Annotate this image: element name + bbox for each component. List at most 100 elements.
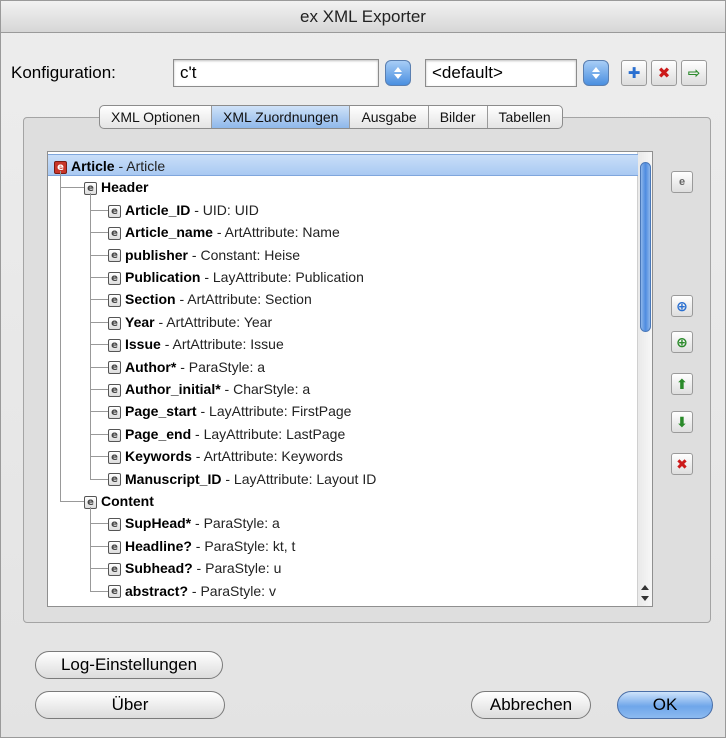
element-icon: e [108, 540, 121, 554]
tree-connector [90, 411, 108, 413]
element-icon: e [108, 294, 121, 308]
move-down-button[interactable]: ⬇ [671, 411, 693, 433]
tree-node-mapping: - LayAttribute: Publication [200, 269, 364, 285]
tree-connector [90, 193, 91, 479]
tree-node-name: Subhead? [125, 560, 193, 577]
tree-row[interactable]: e Article_ID - UID: UID [48, 199, 638, 221]
tab-tabellen[interactable]: Tabellen [488, 106, 562, 128]
stepper-up-icon [592, 67, 600, 72]
element-icon: e [108, 361, 121, 375]
element-icon: e [108, 204, 121, 218]
stepper-up-icon [394, 67, 402, 72]
tree-row[interactable]: e Manuscript_ID - LayAttribute: Layout ID [48, 468, 638, 490]
xml-mapping-tree[interactable]: e Article - Article e Header e Article_ID - U… [47, 151, 653, 607]
tree-connector [60, 171, 61, 501]
tree-row[interactable]: e Page_start - LayAttribute: FirstPage [48, 400, 638, 422]
add-sibling-button[interactable]: ⊕ [671, 331, 693, 353]
default-config-stepper[interactable] [583, 60, 609, 86]
tree-node-name: Article_ID [125, 201, 191, 218]
tree-node-name: Content [101, 493, 154, 509]
tree-node-mapping: - UID: UID [190, 201, 259, 218]
window-title: ex XML Exporter [1, 1, 725, 33]
tree-row[interactable]: e abstract? - ParaStyle: v [48, 580, 638, 602]
element-icon: e [108, 271, 121, 285]
about-button[interactable]: Über [35, 691, 225, 719]
tree-connector [90, 507, 91, 591]
configuration-field[interactable]: c't [173, 59, 379, 87]
tree-row[interactable]: e Issue - ArtAttribute: Issue [48, 333, 638, 355]
tree-connector [90, 344, 108, 346]
tree-node-name: abstract? [125, 582, 189, 599]
add-config-button[interactable]: ✚ [621, 60, 647, 86]
tree-connector [90, 321, 108, 323]
tree-connector [90, 232, 108, 234]
element-icon: e [108, 473, 121, 487]
remove-node-button[interactable]: ✖ [671, 453, 693, 475]
tree-row[interactable]: e SupHead* - ParaStyle: a [48, 512, 638, 534]
tree-node-name: Section [125, 291, 176, 308]
tree-node-name: Publication [125, 269, 201, 285]
element-icon: e [108, 383, 121, 397]
tree-row[interactable]: e Section - ArtAttribute: Section [48, 288, 638, 310]
tree-connector [90, 389, 108, 390]
configuration-row: Konfiguration: c't <default> ✚ ✖ ⇨ [11, 59, 721, 89]
element-icon: e [108, 562, 121, 576]
tab-ausgabe[interactable]: Ausgabe [350, 106, 429, 128]
scroll-thumb[interactable] [640, 162, 651, 332]
tree-node-mapping: - ParaStyle: u [192, 560, 282, 577]
arrow-down-icon: ⬇ [676, 413, 688, 430]
tree-node-name: Keywords [125, 448, 192, 465]
arrow-up-icon: ⬆ [676, 375, 688, 392]
tree-row[interactable]: e Article_name - ArtAttribute: Name [48, 221, 638, 243]
tab-bilder[interactable]: Bilder [429, 106, 488, 128]
element-icon: e [108, 249, 121, 263]
ok-button[interactable]: OK [617, 691, 713, 719]
tree-scrollbar[interactable] [637, 152, 652, 606]
tree-node-mapping: - ArtAttribute: Keywords [191, 448, 343, 465]
scroll-up-icon[interactable] [641, 585, 649, 590]
tree-row[interactable]: e publisher - Constant: Heise [48, 244, 638, 266]
tree-node-name: Year [125, 313, 155, 330]
tree-node-mapping: - ParaStyle: kt, t [191, 537, 296, 554]
tree-connector [90, 433, 108, 435]
scroll-down-icon[interactable] [641, 596, 649, 601]
tab-xml-optionen[interactable]: XML Optionen [100, 106, 212, 128]
tree-node-mapping: - ArtAttribute: Section [175, 291, 312, 308]
tree-connector [90, 523, 108, 525]
tree-row[interactable]: e Publication - LayAttribute: Publication [48, 266, 638, 288]
tree-row[interactable]: e Page_end - LayAttribute: LastPage [48, 423, 638, 445]
tree-row[interactable]: e Content [48, 490, 638, 512]
tree-node-name: Author_initial* [125, 381, 221, 397]
tree-node-mapping: - LayAttribute: LastPage [191, 425, 346, 442]
delete-config-button[interactable]: ✖ [651, 60, 677, 86]
export-config-button[interactable]: ⇨ [681, 60, 707, 86]
element-icon: e [678, 176, 686, 188]
tree-row[interactable]: e Keywords - ArtAttribute: Keywords [48, 445, 638, 467]
log-settings-button[interactable]: Log-Einstellungen [35, 651, 223, 679]
element-button[interactable]: e [671, 171, 693, 193]
configuration-label: Konfiguration: [11, 63, 116, 82]
tree-connector [60, 501, 84, 502]
tree-node-name: Manuscript_ID [125, 470, 222, 487]
tree-node-name: SupHead* [125, 515, 192, 532]
dialog-window: ex XML Exporter Konfiguration: c't <defa… [0, 0, 726, 738]
tree-row[interactable]: e Author_initial* - CharStyle: a [48, 378, 638, 400]
tree-row[interactable]: e Author* - ParaStyle: a [48, 356, 638, 378]
tree-row[interactable]: e Subhead? - ParaStyle: u [48, 557, 638, 579]
tree-node-mapping: - ArtAttribute: Issue [160, 336, 284, 353]
tree-row[interactable]: e Header [48, 176, 638, 198]
export-icon: ⇨ [687, 65, 701, 82]
add-child-button[interactable]: ⊕ [671, 295, 693, 317]
tree-connector [90, 590, 108, 592]
default-config-field[interactable]: <default> [425, 59, 577, 87]
cancel-button[interactable]: Abbrechen [471, 691, 591, 719]
move-up-button[interactable]: ⬆ [671, 373, 693, 395]
tree-row[interactable]: e Article - Article [48, 154, 638, 176]
tree-row[interactable]: e Year - ArtAttribute: Year [48, 311, 638, 333]
tab-bar: XML Optionen XML Zuordnungen Ausgabe Bil… [99, 105, 563, 129]
tab-xml-zuordnungen[interactable]: XML Zuordnungen [211, 106, 351, 128]
tree-connector [90, 277, 108, 278]
tree-row[interactable]: e Headline? - ParaStyle: kt, t [48, 535, 638, 557]
configuration-stepper[interactable] [385, 60, 411, 86]
tree-connector [90, 299, 108, 301]
